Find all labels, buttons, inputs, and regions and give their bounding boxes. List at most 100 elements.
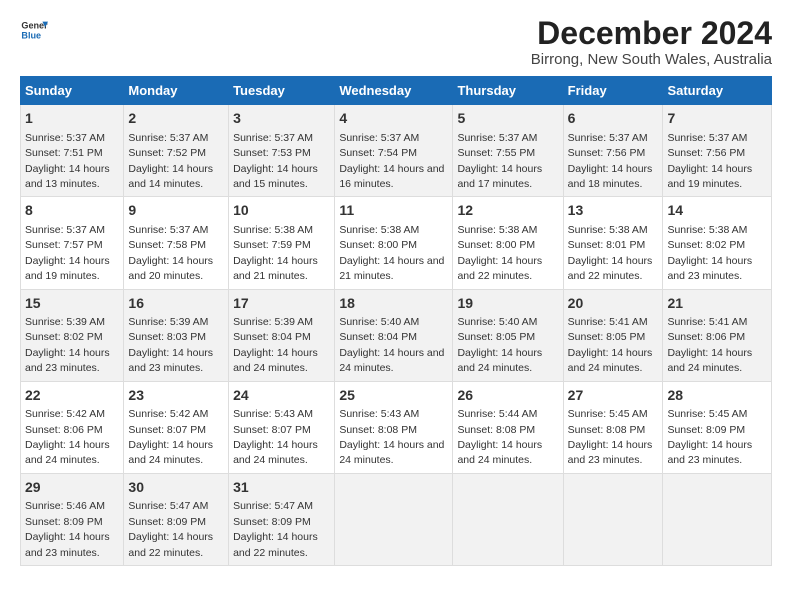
table-cell: 21Sunrise: 5:41 AMSunset: 8:06 PMDayligh…	[663, 289, 772, 381]
header-row: Sunday Monday Tuesday Wednesday Thursday…	[21, 77, 772, 105]
day-number: 23	[128, 386, 224, 406]
table-cell: 30Sunrise: 5:47 AMSunset: 8:09 PMDayligh…	[124, 473, 229, 565]
table-cell: 14 Sunrise: 5:38 AMSunset: 8:02 PMDayligh…	[663, 197, 772, 289]
day-number: 6	[568, 109, 659, 129]
table-cell: 24Sunrise: 5:43 AMSunset: 8:07 PMDayligh…	[229, 381, 335, 473]
table-cell: 15Sunrise: 5:39 AMSunset: 8:02 PMDayligh…	[21, 289, 124, 381]
calendar-row: 29Sunrise: 5:46 AMSunset: 8:09 PMDayligh…	[21, 473, 772, 565]
page-header: General Blue December 2024 Birrong, New …	[20, 16, 772, 68]
table-cell: 22Sunrise: 5:42 AMSunset: 8:06 PMDayligh…	[21, 381, 124, 473]
sunrise-text: Sunrise: 5:41 AMSunset: 8:05 PMDaylight:…	[568, 316, 653, 374]
day-number: 30	[128, 478, 224, 498]
calendar-header: Sunday Monday Tuesday Wednesday Thursday…	[21, 77, 772, 105]
day-number: 27	[568, 386, 659, 406]
calendar-row: 8Sunrise: 5:37 AMSunset: 7:57 PMDaylight…	[21, 197, 772, 289]
day-number: 31	[233, 478, 330, 498]
sunrise-text: Sunrise: 5:40 AMSunset: 8:05 PMDaylight:…	[457, 316, 542, 374]
svg-text:Blue: Blue	[21, 30, 41, 40]
table-cell: 27Sunrise: 5:45 AMSunset: 8:08 PMDayligh…	[563, 381, 663, 473]
sunrise-text: Sunrise: 5:37 AMSunset: 7:55 PMDaylight:…	[457, 132, 542, 190]
day-number: 24	[233, 386, 330, 406]
sunrise-text: Sunrise: 5:39 AMSunset: 8:03 PMDaylight:…	[128, 316, 213, 374]
table-cell: 8Sunrise: 5:37 AMSunset: 7:57 PMDaylight…	[21, 197, 124, 289]
day-number: 12	[457, 201, 558, 221]
day-number: 21	[667, 294, 767, 314]
day-number: 14	[667, 201, 767, 221]
calendar-body: 1 Sunrise: 5:37 AMSunset: 7:51 PMDaylight…	[21, 105, 772, 566]
day-number: 11	[339, 201, 448, 221]
sunrise-text: Sunrise: 5:45 AMSunset: 8:08 PMDaylight:…	[568, 408, 653, 466]
sunrise-text: Sunrise: 5:38 AMSunset: 8:02 PMDaylight:…	[667, 224, 752, 282]
sunrise-text: Sunrise: 5:37 AMSunset: 7:52 PMDaylight:…	[128, 132, 213, 190]
day-number: 10	[233, 201, 330, 221]
day-number: 22	[25, 386, 119, 406]
header-tuesday: Tuesday	[229, 77, 335, 105]
sunrise-text: Sunrise: 5:45 AMSunset: 8:09 PMDaylight:…	[667, 408, 752, 466]
calendar-row: 22Sunrise: 5:42 AMSunset: 8:06 PMDayligh…	[21, 381, 772, 473]
sunrise-text: Sunrise: 5:42 AMSunset: 8:06 PMDaylight:…	[25, 408, 110, 466]
sunrise-text: Sunrise: 5:37 AMSunset: 7:57 PMDaylight:…	[25, 224, 110, 282]
header-friday: Friday	[563, 77, 663, 105]
sunrise-text: Sunrise: 5:37 AMSunset: 7:51 PMDaylight:…	[25, 132, 110, 190]
sunrise-text: Sunrise: 5:46 AMSunset: 8:09 PMDaylight:…	[25, 500, 110, 558]
table-cell: 7 Sunrise: 5:37 AMSunset: 7:56 PMDaylight…	[663, 105, 772, 197]
calendar-row: 1 Sunrise: 5:37 AMSunset: 7:51 PMDaylight…	[21, 105, 772, 197]
table-cell: 13Sunrise: 5:38 AMSunset: 8:01 PMDayligh…	[563, 197, 663, 289]
table-cell: 6 Sunrise: 5:37 AMSunset: 7:56 PMDaylight…	[563, 105, 663, 197]
table-cell: 10Sunrise: 5:38 AMSunset: 7:59 PMDayligh…	[229, 197, 335, 289]
sunrise-text: Sunrise: 5:39 AMSunset: 8:02 PMDaylight:…	[25, 316, 110, 374]
sunrise-text: Sunrise: 5:38 AMSunset: 8:00 PMDaylight:…	[457, 224, 542, 282]
sunrise-text: Sunrise: 5:40 AMSunset: 8:04 PMDaylight:…	[339, 316, 444, 374]
table-cell: 26Sunrise: 5:44 AMSunset: 8:08 PMDayligh…	[453, 381, 563, 473]
logo: General Blue	[20, 16, 48, 44]
day-number: 7	[667, 109, 767, 129]
day-number: 9	[128, 201, 224, 221]
day-number: 20	[568, 294, 659, 314]
table-cell: 1 Sunrise: 5:37 AMSunset: 7:51 PMDaylight…	[21, 105, 124, 197]
calendar-table: Sunday Monday Tuesday Wednesday Thursday…	[20, 76, 772, 566]
sunrise-text: Sunrise: 5:39 AMSunset: 8:04 PMDaylight:…	[233, 316, 318, 374]
day-number: 28	[667, 386, 767, 406]
sunrise-text: Sunrise: 5:41 AMSunset: 8:06 PMDaylight:…	[667, 316, 752, 374]
header-thursday: Thursday	[453, 77, 563, 105]
table-cell: 12 Sunrise: 5:38 AMSunset: 8:00 PMDayligh…	[453, 197, 563, 289]
day-number: 4	[339, 109, 448, 129]
table-cell: 17Sunrise: 5:39 AMSunset: 8:04 PMDayligh…	[229, 289, 335, 381]
sunrise-text: Sunrise: 5:47 AMSunset: 8:09 PMDaylight:…	[233, 500, 318, 558]
header-saturday: Saturday	[663, 77, 772, 105]
table-cell: 9 Sunrise: 5:37 AMSunset: 7:58 PMDaylight…	[124, 197, 229, 289]
table-cell: 29Sunrise: 5:46 AMSunset: 8:09 PMDayligh…	[21, 473, 124, 565]
sunrise-text: Sunrise: 5:37 AMSunset: 7:56 PMDaylight:…	[667, 132, 752, 190]
sunrise-text: Sunrise: 5:44 AMSunset: 8:08 PMDaylight:…	[457, 408, 542, 466]
table-cell: 25Sunrise: 5:43 AMSunset: 8:08 PMDayligh…	[335, 381, 453, 473]
table-cell: 19Sunrise: 5:40 AMSunset: 8:05 PMDayligh…	[453, 289, 563, 381]
table-cell: 16Sunrise: 5:39 AMSunset: 8:03 PMDayligh…	[124, 289, 229, 381]
table-cell: 4 Sunrise: 5:37 AMSunset: 7:54 PMDaylight…	[335, 105, 453, 197]
day-number: 19	[457, 294, 558, 314]
sunrise-text: Sunrise: 5:37 AMSunset: 7:58 PMDaylight:…	[128, 224, 213, 282]
sunrise-text: Sunrise: 5:37 AMSunset: 7:56 PMDaylight:…	[568, 132, 653, 190]
day-number: 1	[25, 109, 119, 129]
logo-icon: General Blue	[20, 16, 48, 44]
table-cell: 18Sunrise: 5:40 AMSunset: 8:04 PMDayligh…	[335, 289, 453, 381]
header-sunday: Sunday	[21, 77, 124, 105]
table-cell	[453, 473, 563, 565]
day-number: 5	[457, 109, 558, 129]
day-number: 18	[339, 294, 448, 314]
day-number: 25	[339, 386, 448, 406]
header-monday: Monday	[124, 77, 229, 105]
sunrise-text: Sunrise: 5:43 AMSunset: 8:07 PMDaylight:…	[233, 408, 318, 466]
title-block: December 2024 Birrong, New South Wales, …	[531, 16, 772, 68]
table-cell: 23Sunrise: 5:42 AMSunset: 8:07 PMDayligh…	[124, 381, 229, 473]
table-cell: 11Sunrise: 5:38 AMSunset: 8:00 PMDayligh…	[335, 197, 453, 289]
day-number: 26	[457, 386, 558, 406]
day-number: 16	[128, 294, 224, 314]
sunrise-text: Sunrise: 5:37 AMSunset: 7:54 PMDaylight:…	[339, 132, 444, 190]
calendar-row: 15Sunrise: 5:39 AMSunset: 8:02 PMDayligh…	[21, 289, 772, 381]
sunrise-text: Sunrise: 5:42 AMSunset: 8:07 PMDaylight:…	[128, 408, 213, 466]
day-number: 13	[568, 201, 659, 221]
table-cell: 20Sunrise: 5:41 AMSunset: 8:05 PMDayligh…	[563, 289, 663, 381]
table-cell	[563, 473, 663, 565]
table-cell: 5 Sunrise: 5:37 AMSunset: 7:55 PMDaylight…	[453, 105, 563, 197]
table-cell	[335, 473, 453, 565]
